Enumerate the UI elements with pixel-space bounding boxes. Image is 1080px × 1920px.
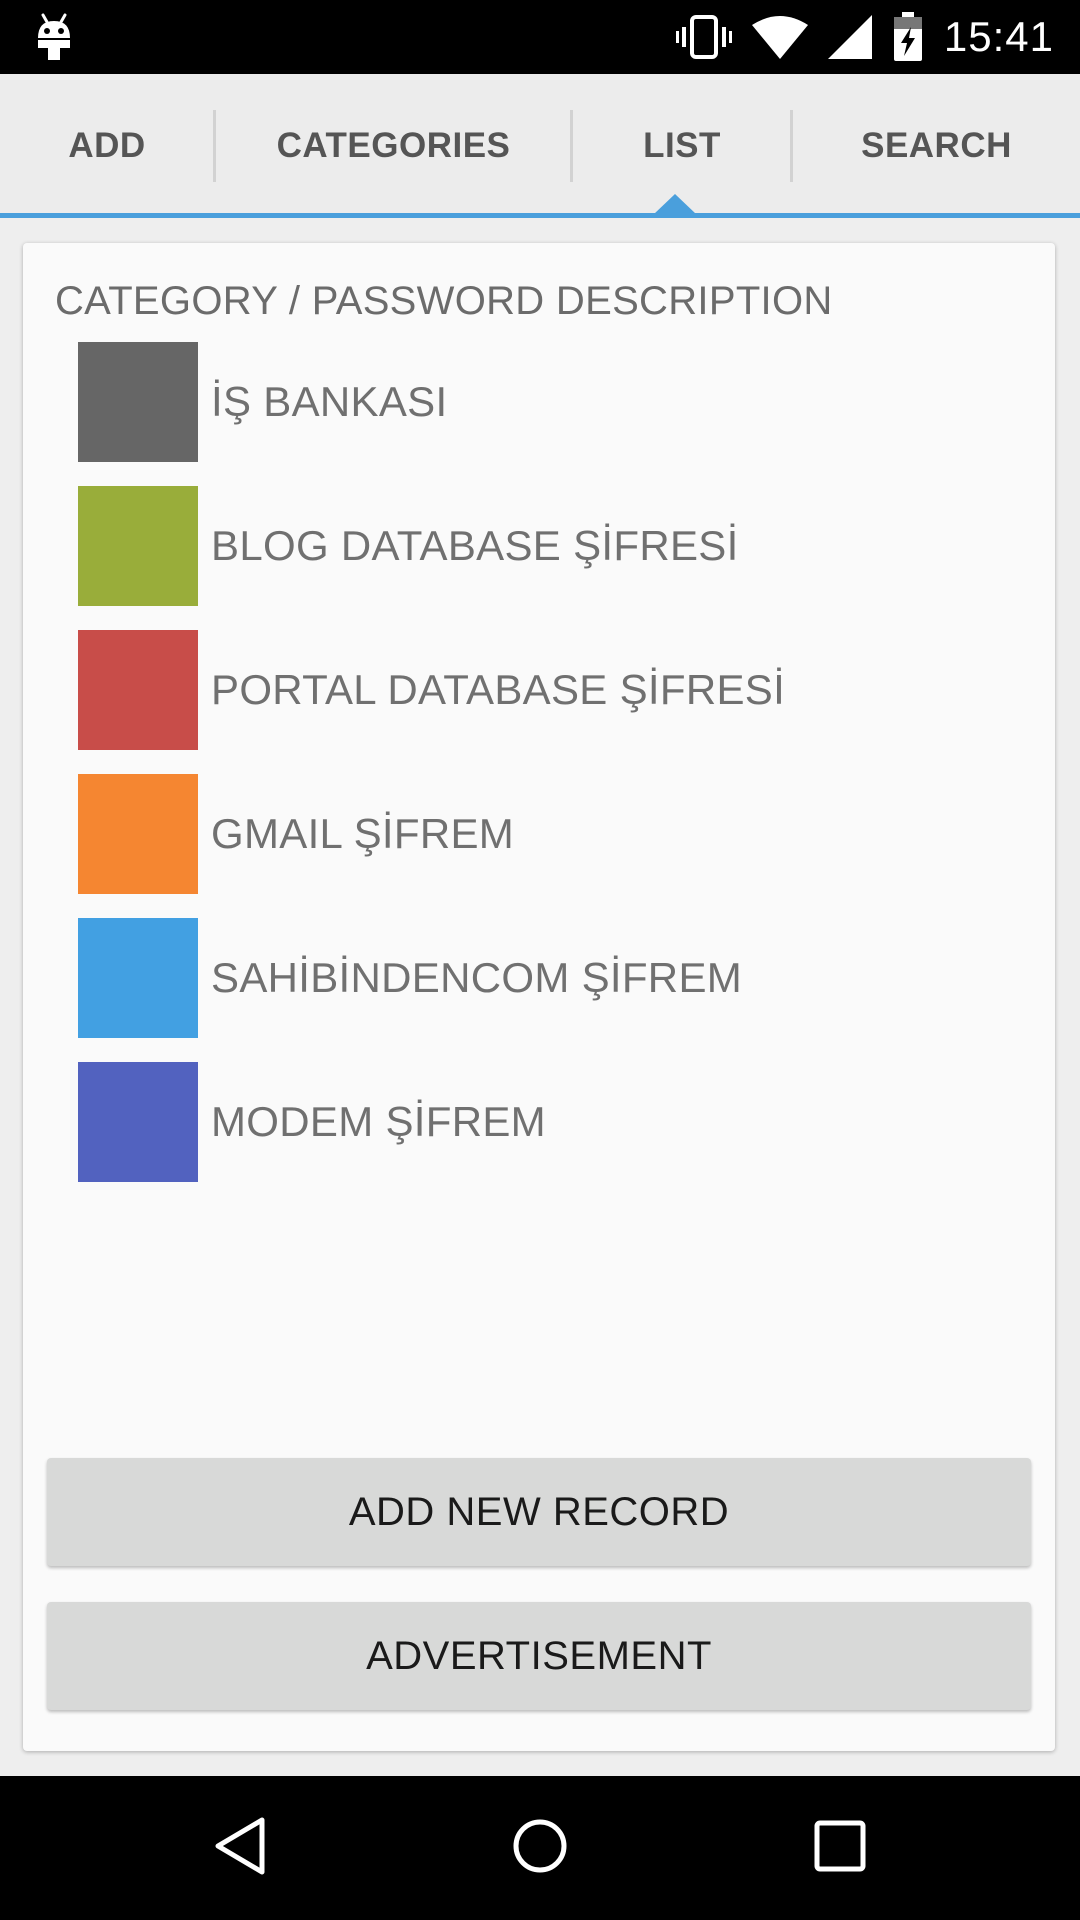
cell-signal-icon	[827, 15, 872, 59]
category-color-swatch	[78, 1062, 198, 1182]
status-time: 15:41	[943, 13, 1054, 60]
tab-search[interactable]: SEARCH	[793, 74, 1080, 218]
list-item[interactable]: GMAIL ŞİFREM	[78, 774, 1038, 894]
category-color-swatch	[78, 342, 198, 462]
list-item[interactable]: PORTAL DATABASE ŞİFRESİ	[78, 630, 1038, 750]
battery-charging-icon	[892, 12, 924, 62]
category-color-swatch	[78, 486, 198, 606]
list-item-label: PORTAL DATABASE ŞİFRESİ	[211, 666, 786, 713]
list-item-label: SAHİBİNDENCOM ŞİFREM	[211, 954, 743, 1001]
category-color-swatch	[78, 630, 198, 750]
list-item[interactable]: MODEM ŞİFREM	[78, 1062, 1038, 1182]
selected-tab-indicator	[654, 194, 696, 214]
list-item-label: BLOG DATABASE ŞİFRESİ	[211, 522, 739, 569]
navigation-bar	[0, 1776, 1080, 1920]
list-item-label: İŞ BANKASI	[211, 378, 448, 425]
list-item[interactable]: İŞ BANKASI	[78, 342, 1038, 462]
list-header: CATEGORY / PASSWORD DESCRIPTION	[55, 279, 833, 323]
list-item-label: GMAIL ŞİFREM	[211, 810, 515, 857]
home-icon	[510, 1816, 570, 1881]
tab-categories[interactable]: CATEGORIES	[216, 74, 571, 218]
category-color-swatch	[78, 918, 198, 1038]
back-icon	[212, 1816, 268, 1881]
back-button[interactable]	[170, 1776, 310, 1920]
status-bar: 15:41	[0, 0, 1080, 74]
recents-button[interactable]	[770, 1776, 910, 1920]
vibrate-icon	[675, 15, 732, 59]
screen: 15:41 ADD CATEGORIES LIST SEARCH CATEGOR…	[0, 0, 1080, 1920]
android-debug-icon	[34, 12, 74, 62]
add-new-record-button[interactable]: ADD NEW RECORD	[47, 1458, 1031, 1566]
tab-bar: ADD CATEGORIES LIST SEARCH	[0, 74, 1080, 218]
advertisement-button[interactable]: ADVERTISEMENT	[47, 1602, 1031, 1710]
list-item[interactable]: SAHİBİNDENCOM ŞİFREM	[78, 918, 1038, 1038]
wifi-icon	[751, 15, 808, 59]
list-item[interactable]: BLOG DATABASE ŞİFRESİ	[78, 486, 1038, 606]
tab-underline	[0, 213, 1080, 218]
tab-add[interactable]: ADD	[0, 74, 214, 218]
recents-icon	[812, 1818, 868, 1879]
home-button[interactable]	[470, 1776, 610, 1920]
status-icons: 15:41	[675, 0, 1054, 74]
list-item-label: MODEM ŞİFREM	[211, 1098, 546, 1145]
category-color-swatch	[78, 774, 198, 894]
list-card: CATEGORY / PASSWORD DESCRIPTION İŞ BANKA…	[23, 243, 1055, 1751]
